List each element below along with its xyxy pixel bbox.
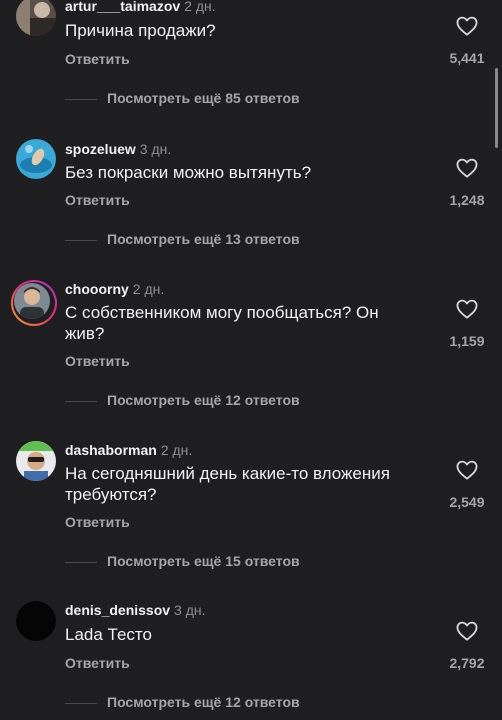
comment-header: denis_denissov 3 дн. — [65, 602, 206, 618]
username[interactable]: chooorny — [65, 281, 129, 297]
comment-header: dashaborman 2 дн. — [65, 442, 192, 458]
like-button[interactable]: 1,248 — [432, 158, 502, 208]
reply-button[interactable]: Ответить — [65, 655, 130, 671]
comment-header: artur___taimazov 2 дн. — [65, 0, 216, 14]
username[interactable]: spozeluew — [65, 141, 136, 157]
view-more-replies[interactable]: Посмотреть ещё 13 ответов — [65, 231, 300, 247]
divider — [65, 702, 97, 704]
comment-text: С собственником могу пообщаться? Он жив? — [65, 303, 379, 343]
avatar[interactable] — [14, 283, 50, 319]
avatar[interactable] — [16, 601, 56, 641]
comment-text: Причина продажи? — [65, 21, 216, 40]
timestamp: 2 дн. — [132, 281, 165, 297]
like-count: 1,159 — [449, 333, 485, 349]
timestamp: 2 дн. — [184, 0, 216, 14]
view-more-replies[interactable]: Посмотреть ещё 15 ответов — [65, 553, 300, 569]
like-count: 2,549 — [449, 494, 485, 510]
view-more-replies-label[interactable]: Посмотреть ещё 85 ответов — [107, 90, 300, 106]
avatar[interactable] — [16, 139, 56, 179]
reply-button[interactable]: Ответить — [65, 514, 130, 530]
timestamp: 2 дн. — [160, 442, 193, 458]
username[interactable]: dashaborman — [65, 442, 157, 458]
comment-text: На сегодняшний день какие-то вложения тр… — [65, 464, 390, 504]
comment-text: Без покраски можно вытянуть? — [65, 163, 312, 182]
comment-header: chooorny 2 дн. — [65, 281, 164, 297]
like-button[interactable]: 2,792 — [432, 621, 502, 671]
heart-icon[interactable] — [456, 621, 478, 641]
comment-text: Lada Тесто — [65, 625, 152, 644]
story-ring[interactable] — [11, 280, 57, 326]
scrollbar[interactable] — [495, 68, 498, 148]
reply-button[interactable]: Ответить — [65, 51, 130, 67]
reply-button[interactable]: Ответить — [65, 192, 130, 208]
reply-button[interactable]: Ответить — [65, 353, 130, 369]
avatar[interactable] — [16, 441, 56, 481]
like-count: 2,792 — [449, 655, 485, 671]
like-count: 1,248 — [449, 192, 485, 208]
heart-icon[interactable] — [456, 16, 478, 36]
like-button[interactable]: 1,159 — [432, 299, 502, 349]
view-more-replies-label[interactable]: Посмотреть ещё 13 ответов — [107, 231, 300, 247]
avatar[interactable] — [16, 0, 56, 36]
timestamp: 3 дн. — [139, 141, 172, 157]
view-more-replies-label[interactable]: Посмотреть ещё 15 ответов — [107, 553, 300, 569]
heart-icon[interactable] — [456, 460, 478, 480]
view-more-replies[interactable]: Посмотреть ещё 85 ответов — [65, 90, 300, 106]
view-more-replies[interactable]: Посмотреть ещё 12 ответов — [65, 694, 300, 710]
heart-icon[interactable] — [456, 299, 478, 319]
view-more-replies[interactable]: Посмотреть ещё 12 ответов — [65, 392, 300, 408]
view-more-replies-label[interactable]: Посмотреть ещё 12 ответов — [107, 392, 300, 408]
divider — [65, 239, 97, 241]
username[interactable]: artur___taimazov — [65, 0, 180, 14]
divider — [65, 561, 97, 563]
like-count: 5,441 — [449, 50, 485, 66]
view-more-replies-label[interactable]: Посмотреть ещё 12 ответов — [107, 694, 300, 710]
heart-icon[interactable] — [456, 158, 478, 178]
divider — [65, 98, 97, 100]
divider — [65, 400, 97, 402]
like-button[interactable]: 5,441 — [432, 16, 502, 66]
username[interactable]: denis_denissov — [65, 602, 170, 618]
timestamp: 3 дн. — [174, 602, 206, 618]
like-button[interactable]: 2,549 — [432, 460, 502, 510]
comment-header: spozeluew 3 дн. — [65, 141, 171, 157]
